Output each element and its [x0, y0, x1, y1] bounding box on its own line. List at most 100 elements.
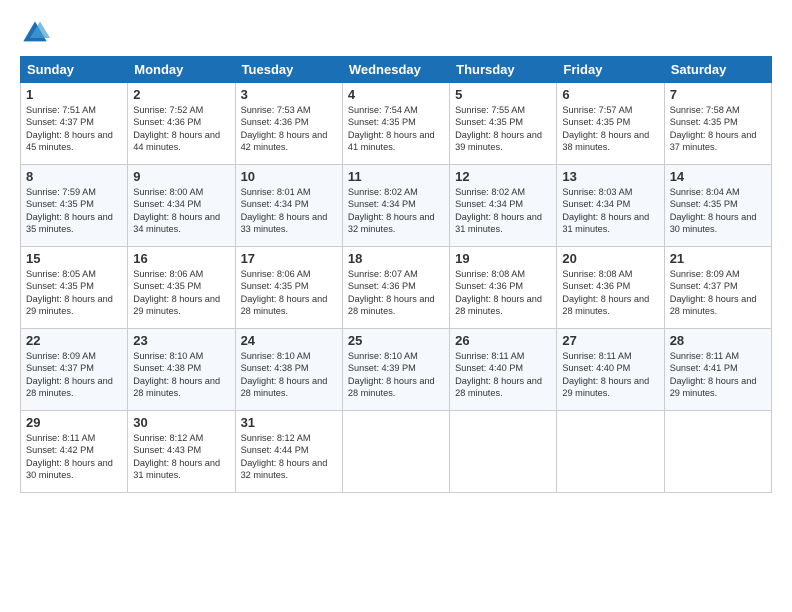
calendar-cell: 18 Sunrise: 8:07 AMSunset: 4:36 PMDaylig…: [342, 247, 449, 329]
calendar-cell: 5 Sunrise: 7:55 AMSunset: 4:35 PMDayligh…: [450, 83, 557, 165]
cell-text: Sunrise: 8:06 AMSunset: 4:35 PMDaylight:…: [241, 269, 328, 316]
calendar-cell: 15 Sunrise: 8:05 AMSunset: 4:35 PMDaylig…: [21, 247, 128, 329]
header: [20, 18, 772, 48]
day-number: 24: [241, 333, 337, 348]
day-number: 22: [26, 333, 122, 348]
cell-text: Sunrise: 8:08 AMSunset: 4:36 PMDaylight:…: [562, 269, 649, 316]
calendar-cell: 28 Sunrise: 8:11 AMSunset: 4:41 PMDaylig…: [664, 329, 771, 411]
calendar-cell: 8 Sunrise: 7:59 AMSunset: 4:35 PMDayligh…: [21, 165, 128, 247]
cell-text: Sunrise: 8:09 AMSunset: 4:37 PMDaylight:…: [26, 351, 113, 398]
cell-text: Sunrise: 8:07 AMSunset: 4:36 PMDaylight:…: [348, 269, 435, 316]
cell-text: Sunrise: 7:51 AMSunset: 4:37 PMDaylight:…: [26, 105, 113, 152]
calendar-cell: 12 Sunrise: 8:02 AMSunset: 4:34 PMDaylig…: [450, 165, 557, 247]
day-number: 3: [241, 87, 337, 102]
calendar-header-friday: Friday: [557, 57, 664, 83]
cell-text: Sunrise: 7:59 AMSunset: 4:35 PMDaylight:…: [26, 187, 113, 234]
day-number: 17: [241, 251, 337, 266]
cell-text: Sunrise: 8:05 AMSunset: 4:35 PMDaylight:…: [26, 269, 113, 316]
calendar-table: SundayMondayTuesdayWednesdayThursdayFrid…: [20, 56, 772, 493]
calendar-cell: 10 Sunrise: 8:01 AMSunset: 4:34 PMDaylig…: [235, 165, 342, 247]
calendar-cell: 6 Sunrise: 7:57 AMSunset: 4:35 PMDayligh…: [557, 83, 664, 165]
logo-icon: [20, 18, 50, 48]
day-number: 26: [455, 333, 551, 348]
cell-text: Sunrise: 8:01 AMSunset: 4:34 PMDaylight:…: [241, 187, 328, 234]
day-number: 10: [241, 169, 337, 184]
day-number: 7: [670, 87, 766, 102]
day-number: 23: [133, 333, 229, 348]
calendar-week-row: 1 Sunrise: 7:51 AMSunset: 4:37 PMDayligh…: [21, 83, 772, 165]
calendar-cell: 31 Sunrise: 8:12 AMSunset: 4:44 PMDaylig…: [235, 411, 342, 493]
logo: [20, 18, 54, 48]
calendar-cell: 13 Sunrise: 8:03 AMSunset: 4:34 PMDaylig…: [557, 165, 664, 247]
page: SundayMondayTuesdayWednesdayThursdayFrid…: [0, 0, 792, 612]
day-number: 30: [133, 415, 229, 430]
calendar-cell: 19 Sunrise: 8:08 AMSunset: 4:36 PMDaylig…: [450, 247, 557, 329]
calendar-cell: 17 Sunrise: 8:06 AMSunset: 4:35 PMDaylig…: [235, 247, 342, 329]
day-number: 14: [670, 169, 766, 184]
calendar-header-saturday: Saturday: [664, 57, 771, 83]
cell-text: Sunrise: 8:09 AMSunset: 4:37 PMDaylight:…: [670, 269, 757, 316]
calendar-cell: 29 Sunrise: 8:11 AMSunset: 4:42 PMDaylig…: [21, 411, 128, 493]
calendar-header-tuesday: Tuesday: [235, 57, 342, 83]
day-number: 2: [133, 87, 229, 102]
day-number: 6: [562, 87, 658, 102]
calendar-week-row: 22 Sunrise: 8:09 AMSunset: 4:37 PMDaylig…: [21, 329, 772, 411]
cell-text: Sunrise: 7:57 AMSunset: 4:35 PMDaylight:…: [562, 105, 649, 152]
calendar-cell: [664, 411, 771, 493]
calendar-cell: 3 Sunrise: 7:53 AMSunset: 4:36 PMDayligh…: [235, 83, 342, 165]
cell-text: Sunrise: 8:11 AMSunset: 4:40 PMDaylight:…: [455, 351, 542, 398]
day-number: 12: [455, 169, 551, 184]
calendar-cell: 2 Sunrise: 7:52 AMSunset: 4:36 PMDayligh…: [128, 83, 235, 165]
day-number: 11: [348, 169, 444, 184]
cell-text: Sunrise: 7:53 AMSunset: 4:36 PMDaylight:…: [241, 105, 328, 152]
cell-text: Sunrise: 7:52 AMSunset: 4:36 PMDaylight:…: [133, 105, 220, 152]
day-number: 4: [348, 87, 444, 102]
day-number: 9: [133, 169, 229, 184]
calendar-cell: [342, 411, 449, 493]
calendar-cell: 20 Sunrise: 8:08 AMSunset: 4:36 PMDaylig…: [557, 247, 664, 329]
calendar-cell: 25 Sunrise: 8:10 AMSunset: 4:39 PMDaylig…: [342, 329, 449, 411]
cell-text: Sunrise: 8:11 AMSunset: 4:40 PMDaylight:…: [562, 351, 649, 398]
day-number: 8: [26, 169, 122, 184]
calendar-cell: 30 Sunrise: 8:12 AMSunset: 4:43 PMDaylig…: [128, 411, 235, 493]
calendar-cell: 24 Sunrise: 8:10 AMSunset: 4:38 PMDaylig…: [235, 329, 342, 411]
cell-text: Sunrise: 8:02 AMSunset: 4:34 PMDaylight:…: [455, 187, 542, 234]
calendar-cell: 11 Sunrise: 8:02 AMSunset: 4:34 PMDaylig…: [342, 165, 449, 247]
calendar-week-row: 29 Sunrise: 8:11 AMSunset: 4:42 PMDaylig…: [21, 411, 772, 493]
day-number: 16: [133, 251, 229, 266]
calendar-cell: 16 Sunrise: 8:06 AMSunset: 4:35 PMDaylig…: [128, 247, 235, 329]
day-number: 15: [26, 251, 122, 266]
day-number: 20: [562, 251, 658, 266]
cell-text: Sunrise: 8:10 AMSunset: 4:38 PMDaylight:…: [133, 351, 220, 398]
calendar-cell: 26 Sunrise: 8:11 AMSunset: 4:40 PMDaylig…: [450, 329, 557, 411]
cell-text: Sunrise: 8:02 AMSunset: 4:34 PMDaylight:…: [348, 187, 435, 234]
calendar-header-thursday: Thursday: [450, 57, 557, 83]
cell-text: Sunrise: 8:08 AMSunset: 4:36 PMDaylight:…: [455, 269, 542, 316]
day-number: 21: [670, 251, 766, 266]
cell-text: Sunrise: 8:03 AMSunset: 4:34 PMDaylight:…: [562, 187, 649, 234]
day-number: 5: [455, 87, 551, 102]
day-number: 13: [562, 169, 658, 184]
cell-text: Sunrise: 8:04 AMSunset: 4:35 PMDaylight:…: [670, 187, 757, 234]
cell-text: Sunrise: 7:55 AMSunset: 4:35 PMDaylight:…: [455, 105, 542, 152]
cell-text: Sunrise: 8:10 AMSunset: 4:39 PMDaylight:…: [348, 351, 435, 398]
calendar-cell: 7 Sunrise: 7:58 AMSunset: 4:35 PMDayligh…: [664, 83, 771, 165]
calendar-cell: 21 Sunrise: 8:09 AMSunset: 4:37 PMDaylig…: [664, 247, 771, 329]
cell-text: Sunrise: 8:12 AMSunset: 4:44 PMDaylight:…: [241, 433, 328, 480]
calendar-header-wednesday: Wednesday: [342, 57, 449, 83]
cell-text: Sunrise: 8:11 AMSunset: 4:42 PMDaylight:…: [26, 433, 113, 480]
day-number: 18: [348, 251, 444, 266]
day-number: 1: [26, 87, 122, 102]
cell-text: Sunrise: 8:12 AMSunset: 4:43 PMDaylight:…: [133, 433, 220, 480]
calendar-header-monday: Monday: [128, 57, 235, 83]
day-number: 27: [562, 333, 658, 348]
day-number: 31: [241, 415, 337, 430]
calendar-cell: 14 Sunrise: 8:04 AMSunset: 4:35 PMDaylig…: [664, 165, 771, 247]
calendar-header-sunday: Sunday: [21, 57, 128, 83]
calendar-week-row: 15 Sunrise: 8:05 AMSunset: 4:35 PMDaylig…: [21, 247, 772, 329]
cell-text: Sunrise: 8:11 AMSunset: 4:41 PMDaylight:…: [670, 351, 757, 398]
cell-text: Sunrise: 8:00 AMSunset: 4:34 PMDaylight:…: [133, 187, 220, 234]
calendar-cell: 22 Sunrise: 8:09 AMSunset: 4:37 PMDaylig…: [21, 329, 128, 411]
day-number: 19: [455, 251, 551, 266]
cell-text: Sunrise: 8:10 AMSunset: 4:38 PMDaylight:…: [241, 351, 328, 398]
